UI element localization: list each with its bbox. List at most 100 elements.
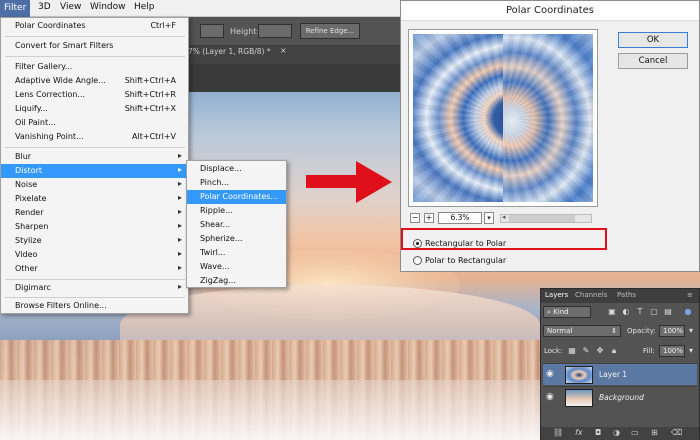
filter-menu-item-oil-paint[interactable]: Oil Paint... [1,116,188,130]
annotation-arrow-head [356,161,392,203]
chevron-right-icon: ▸ [177,249,182,258]
filter-menu-item-last-filter[interactable]: Polar Coordinates Ctrl+F [1,19,188,33]
close-icon[interactable]: × [280,46,287,55]
ok-button[interactable]: OK [618,32,688,48]
filter-menu-item-noise[interactable]: Noise ▸ [1,178,188,192]
menu-window[interactable]: Window [90,2,126,12]
filter-adjustment-icon[interactable]: ◐ [621,307,631,317]
zoom-out-button[interactable]: − [410,213,420,223]
folder-icon[interactable]: ▭ [631,428,639,437]
filter-menu-item-adaptive-wide-angle[interactable]: Adaptive Wide Angle... Shift+Ctrl+A [1,74,188,88]
lock-label: Lock: [544,347,563,355]
new-layer-icon[interactable]: ⊞ [651,428,658,437]
chevron-left-icon[interactable]: ◂ [502,213,506,221]
submenu-item-displace[interactable]: Displace... [187,162,286,176]
lock-transparency-icon[interactable]: ▦ [567,346,577,356]
filter-menu-item-convert-smart[interactable]: Convert for Smart Filters [1,39,188,53]
swap-dimensions-button[interactable] [200,24,224,38]
cancel-button[interactable]: Cancel [618,53,688,69]
zoom-level-field[interactable]: 6.3% [438,212,482,224]
tab-channels[interactable]: Channels [575,291,607,299]
opacity-field[interactable]: 100% [659,325,685,337]
submenu-item-twirl[interactable]: Twirl... [187,246,286,260]
lock-pixels-icon[interactable]: ✎ [581,346,591,356]
filter-menu-item-pixelate[interactable]: Pixelate ▸ [1,192,188,206]
filter-pixel-icon[interactable]: ▣ [607,307,617,317]
add-mask-icon[interactable]: ◘ [595,428,601,437]
eye-icon[interactable]: ◉ [546,392,554,402]
filter-menu-item-sharpen[interactable]: Sharpen ▸ [1,220,188,234]
blend-row: Normal ⇕ Opacity: 100% ▾ [543,325,697,340]
adjustment-layer-icon[interactable]: ◑ [613,428,620,437]
layer-filter-kind[interactable]: ⌕ Kind [543,306,591,318]
filter-shape-icon[interactable]: ▢ [649,307,659,317]
menu-help[interactable]: Help [134,2,155,12]
chevron-right-icon: ▸ [177,235,182,244]
chevron-right-icon: ▸ [177,221,182,230]
menu-3d[interactable]: 3D [38,2,51,12]
layer-row-background[interactable]: ◉ Background [543,386,697,408]
filter-menu-item-vanishing-point[interactable]: Vanishing Point... Alt+Ctrl+V [1,130,188,144]
option-polar-to-rectangular[interactable]: Polar to Rectangular [413,254,613,268]
submenu-item-ripple[interactable]: Ripple... [187,204,286,218]
lock-position-icon[interactable]: ✥ [595,346,605,356]
chevron-right-icon: ▸ [177,282,182,291]
preview-scrollbar[interactable]: ◂ [500,213,592,223]
fill-label: Fill: [643,347,655,355]
filter-menu-item-lens-correction[interactable]: Lens Correction... Shift+Ctrl+R [1,88,188,102]
tab-layers[interactable]: Layers [545,291,568,299]
filter-menu-item-stylize[interactable]: Stylize ▸ [1,234,188,248]
filter-menu-item-browse-online[interactable]: Browse Filters Online... [1,299,188,313]
submenu-item-pinch[interactable]: Pinch... [187,176,286,190]
layer-row-layer-1[interactable]: ◉ Layer 1 [543,363,697,385]
dialog-title-bar: Polar Coordinates [401,1,699,21]
submenu-item-polar-coordinates[interactable]: Polar Coordinates... [187,190,286,204]
chevron-down-icon: ⇕ [611,327,617,335]
filter-menu-item-other[interactable]: Other ▸ [1,262,188,276]
layer-name: Background [599,393,644,402]
filter-menu-item-render[interactable]: Render ▸ [1,206,188,220]
radio-unselected-icon[interactable] [413,256,422,265]
height-input[interactable] [258,24,292,38]
filter-preview[interactable] [408,29,598,207]
submenu-item-wave[interactable]: Wave... [187,260,286,274]
filter-menu-item-filter-gallery[interactable]: Filter Gallery... [1,60,188,74]
layer-thumbnail [565,389,593,407]
filter-menu-item-digimarc[interactable]: Digimarc ▸ [1,281,188,295]
blend-mode-select[interactable]: Normal ⇕ [543,325,621,337]
filter-menu-item-liquify[interactable]: Liquify... Shift+Ctrl+X [1,102,188,116]
menu-separator [5,147,185,148]
trash-icon[interactable]: ⌫ [671,428,682,437]
document-tab[interactable]: 7% (Layer 1, RGB/8) * [188,47,271,56]
submenu-item-zigzag[interactable]: ZigZag... [187,274,286,288]
layer-style-icon[interactable]: fx [575,428,583,437]
refine-edge-button[interactable]: Refine Edge... [300,23,360,39]
filter-menu-item-distort[interactable]: Distort ▸ [1,164,188,178]
menu-separator [5,56,185,57]
filter-toggle-icon[interactable]: ● [683,307,693,317]
panel-menu-icon[interactable]: ≡ [687,291,693,299]
zoom-in-button[interactable]: + [424,213,434,223]
tab-paths[interactable]: Paths [617,291,636,299]
lock-all-icon[interactable]: 🔒︎ [609,346,619,356]
filter-type-icon[interactable]: T [635,307,645,317]
chevron-down-icon[interactable]: ▾ [484,212,494,224]
submenu-item-shear[interactable]: Shear... [187,218,286,232]
preview-image [413,34,593,202]
chevron-down-icon[interactable]: ▾ [686,346,696,356]
submenu-item-spherize[interactable]: Spherize... [187,232,286,246]
fill-field[interactable]: 100% [659,345,685,357]
layer-filter-row: ⌕ Kind ▣ ◐ T ▢ ▤ ● [543,306,697,321]
layer-name: Layer 1 [599,370,628,379]
scrollbar-thumb[interactable] [509,215,575,222]
menu-view[interactable]: View [60,2,81,12]
menu-filter[interactable]: Filter [0,0,31,17]
menu-separator [5,36,185,37]
filter-smart-object-icon[interactable]: ▤ [663,307,673,317]
filter-menu-item-video[interactable]: Video ▸ [1,248,188,262]
link-layers-icon[interactable]: ⛓ [553,428,563,437]
filter-menu-item-blur[interactable]: Blur ▸ [1,150,188,164]
dialog-title: Polar Coordinates [505,5,595,16]
eye-icon[interactable]: ◉ [546,369,554,379]
chevron-down-icon[interactable]: ▾ [686,326,696,336]
